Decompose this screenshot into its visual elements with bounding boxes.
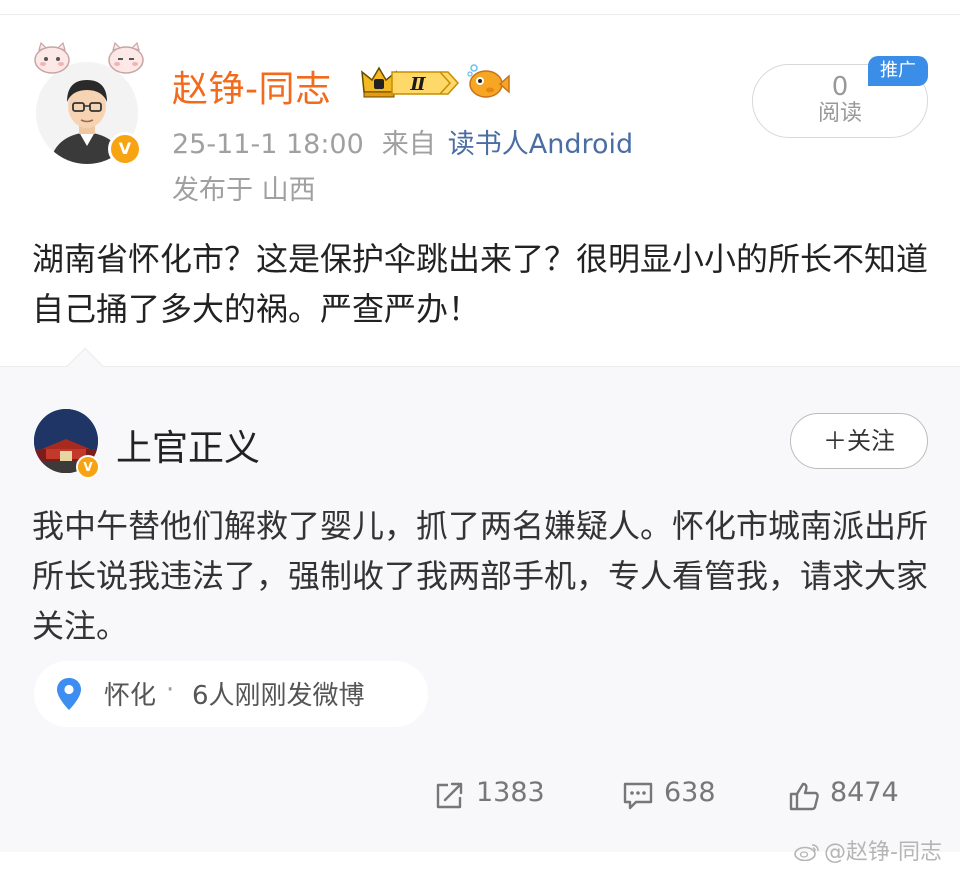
cat-sticker-icon [34,42,144,74]
location-city: 怀化 [104,681,157,711]
verified-v-badge-icon: V [108,132,142,166]
location-pin-icon [57,678,81,710]
post-location: 发布于 山西 [172,175,316,206]
repost-icon [436,782,463,809]
weibo-logo-icon [794,844,819,861]
comment-count: 638 [664,777,716,808]
comment-button[interactable]: 638 [622,777,732,817]
repost-count: 1383 [476,777,545,808]
repost-notch [66,347,104,385]
repost-button[interactable]: 1383 [434,777,564,817]
author-username[interactable]: 赵铮-同志 [172,60,332,112]
post-source-link[interactable]: 读书人Android [448,129,633,160]
author-avatar-wrap[interactable]: V [32,42,144,166]
post-time: 25-11-1 18:00 [172,129,364,160]
location-people-count: 6人刚刚发微博 [192,681,365,711]
like-count: 8474 [830,777,899,808]
location-separator: · [166,675,175,705]
fish-emoji-icon [467,64,510,98]
watermark-text: @赵铮-同志 [824,840,942,865]
repost-author-username[interactable]: 上官正义 [116,419,260,471]
repost-verified-v-badge-icon: V [76,455,100,479]
post-text: 湖南省怀化市？这是保护伞跳出来了？很明显小小的所长不知道自己捅了多大的祸。严查严… [32,240,929,328]
svg-text:Ⅱ: Ⅱ [409,74,426,95]
repost-card[interactable]: V 上官正义 ＋关注 我中午替他们解救了婴儿，抓了两名嫌疑人。怀化市城南派出所所… [0,347,960,852]
repost-text: 我中午替他们解救了婴儿，抓了两名嫌疑人。怀化市城南派出所所长说我违法了，强制收了… [32,507,929,645]
thumbs-up-icon [789,782,819,811]
top-divider [0,14,960,15]
weibo-watermark: @赵铮-同志 [794,834,942,866]
crown-level-badge-icon[interactable]: Ⅱ [360,66,460,100]
post-from-label: 来自 [381,129,436,160]
follow-button[interactable]: ＋关注 [790,413,928,469]
read-label: 阅读 [817,101,862,126]
like-button[interactable]: 8474 [788,777,918,817]
comment-icon [623,782,653,810]
location-chip[interactable]: 怀化 · 6人刚刚发微博 [34,661,428,727]
post-meta: 25-11-1 18:00 来自 读书人Android [172,122,633,161]
promo-tag[interactable]: 推广 [868,56,928,86]
